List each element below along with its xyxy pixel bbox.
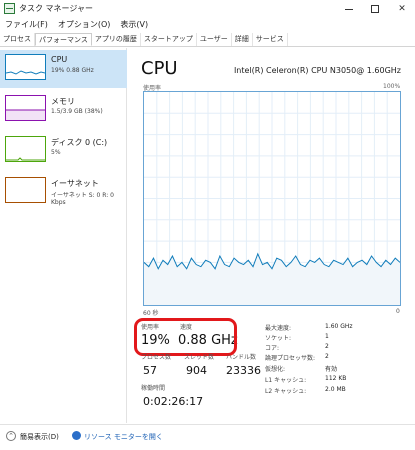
menu-bar: ファイル(F) オプション(O) 表示(V) [0, 18, 415, 32]
ethernet-thumbnail-graph [5, 177, 46, 203]
sidebar-item-detail: イーサネット S: 0 R: 0 Kbps [51, 192, 114, 206]
close-button[interactable]: ✕ [389, 0, 415, 18]
maximize-icon [371, 5, 379, 13]
spec-value: 2.0 MB [325, 386, 346, 393]
axis-label-time: 60 秒 [143, 310, 159, 317]
cpu-model-name: Intel(R) Celeron(R) CPU N3050@ 1.60GHz [233, 66, 401, 75]
tab-app-history[interactable]: アプリの履歴 [92, 33, 141, 46]
close-icon: ✕ [398, 4, 406, 14]
spec-value: 2 [325, 343, 329, 350]
spec-label: 論理プロセッサ数: [265, 355, 316, 362]
spec-label: L1 キャッシュ: [265, 377, 307, 384]
menu-view[interactable]: 表示(V) [115, 18, 153, 32]
spec-value: 1.60 GHz [325, 323, 353, 330]
spec-label: コア: [265, 345, 280, 352]
sidebar-item-label: メモリ [51, 97, 75, 106]
handle-count-value: 23336 [226, 364, 261, 377]
uptime-value: 0:02:26:17 [143, 395, 204, 408]
spec-value: 有効 [325, 366, 338, 373]
thread-count-label: スレッド数 [184, 354, 215, 361]
handle-count-label: ハンドル数 [226, 354, 257, 361]
highlight-annotation [134, 318, 237, 356]
minimize-button[interactable] [336, 0, 362, 18]
sidebar-item-memory[interactable]: メモリ 1.5/3.9 GB (38%) [0, 91, 127, 129]
cpu-usage-chart [144, 92, 400, 305]
spec-value: 112 KB [325, 375, 347, 382]
minimize-icon [345, 8, 353, 10]
sidebar-item-label: ディスク 0 (C:) [51, 138, 108, 147]
cpu-thumbnail-graph [5, 54, 46, 80]
spec-value: 1 [325, 333, 329, 340]
sidebar-item-detail: 5% [51, 149, 61, 156]
sidebar-item-disk[interactable]: ディスク 0 (C:) 5% [0, 132, 127, 170]
memory-thumbnail-chart [6, 109, 45, 120]
sidebar-item-cpu[interactable]: CPU 19% 0.88 GHz [0, 50, 127, 88]
tab-services[interactable]: サービス [253, 33, 288, 46]
spec-value: 2 [325, 353, 329, 360]
footer-bar: ⌃ 簡易表示(D) リソース モニターを開く [0, 424, 415, 450]
page-title: CPU [141, 58, 178, 79]
axis-label-zero: 0 [396, 308, 400, 315]
cpu-usage-graph [143, 91, 401, 306]
disk-thumbnail-graph [5, 136, 46, 162]
task-manager-icon [4, 3, 15, 14]
process-count-value: 57 [143, 364, 157, 377]
cpu-thumbnail-chart [5, 70, 46, 75]
tab-details[interactable]: 詳細 [232, 33, 253, 46]
tab-performance[interactable]: パフォーマンス [35, 33, 92, 46]
tab-users[interactable]: ユーザー [197, 33, 232, 46]
maximize-button[interactable] [362, 0, 388, 18]
memory-thumbnail-graph [5, 95, 46, 121]
menu-options[interactable]: オプション(O) [53, 18, 116, 32]
tab-startup[interactable]: スタートアップ [141, 33, 197, 46]
spec-label: L2 キャッシュ: [265, 388, 307, 395]
uptime-label: 稼働時間 [141, 385, 166, 392]
disk-thumbnail-chart [6, 157, 45, 161]
sidebar-item-detail: 1.5/3.9 GB (38%) [51, 108, 103, 115]
sidebar-item-ethernet[interactable]: イーサネット イーサネット S: 0 R: 0 Kbps [0, 173, 127, 211]
tab-processes[interactable]: プロセス [0, 33, 35, 46]
process-count-label: プロセス数 [141, 354, 172, 361]
sidebar-item-label: イーサネット [51, 179, 99, 188]
thread-count-value: 904 [186, 364, 207, 377]
spec-label: ソケット: [265, 335, 292, 342]
fewer-details-link[interactable]: 簡易表示(D) [20, 432, 59, 442]
graph-label-max: 100% [383, 83, 401, 90]
sidebar-item-label: CPU [51, 55, 68, 64]
window-title: タスク マネージャー [19, 4, 93, 13]
resource-monitor-icon[interactable] [72, 431, 81, 440]
performance-sidebar: CPU 19% 0.88 GHz メモリ 1.5/3.9 GB (38%) ディ… [0, 48, 127, 423]
resource-monitor-link[interactable]: リソース モニターを開く [84, 432, 163, 442]
title-bar: タスク マネージャー ✕ [0, 0, 415, 18]
tab-bar: プロセス パフォーマンス アプリの履歴 スタートアップ ユーザー 詳細 サービス [0, 33, 415, 47]
menu-file[interactable]: ファイル(F) [0, 18, 53, 32]
chevron-up-icon[interactable]: ⌃ [6, 431, 16, 441]
spec-label: 仮想化: [265, 366, 286, 373]
task-manager-window: タスク マネージャー ✕ ファイル(F) オプション(O) 表示(V) プロセス… [0, 0, 415, 450]
spec-label: 最大速度: [265, 325, 292, 332]
sidebar-item-detail: 19% 0.88 GHz [51, 67, 94, 74]
